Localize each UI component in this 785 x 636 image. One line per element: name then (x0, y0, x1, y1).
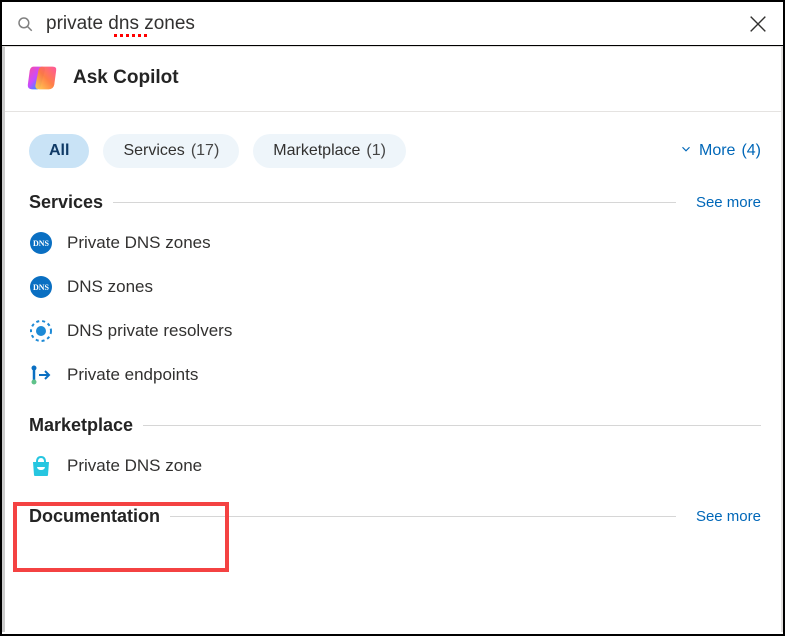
filter-marketplace-count: (1) (366, 142, 386, 160)
filter-marketplace-label: Marketplace (273, 142, 360, 160)
see-more-services[interactable]: See more (696, 194, 761, 211)
marketplace-bag-icon (29, 454, 53, 478)
more-label: More (699, 142, 735, 160)
services-results: DNS Private DNS zones DNS DNS zones DNS … (5, 219, 781, 387)
result-private-endpoints[interactable]: Private endpoints (29, 363, 761, 387)
result-label: Private DNS zone (67, 456, 202, 476)
section-header-services: Services See more (5, 192, 781, 219)
private-endpoint-icon (29, 363, 53, 387)
ask-copilot-row[interactable]: Ask Copilot (5, 47, 781, 112)
marketplace-results: Private DNS zone (5, 442, 781, 478)
close-icon[interactable] (747, 13, 769, 35)
result-private-dns-zones[interactable]: DNS Private DNS zones (29, 231, 761, 255)
divider (170, 516, 676, 517)
search-input[interactable] (46, 13, 291, 35)
ask-copilot-label: Ask Copilot (73, 67, 179, 89)
section-header-documentation: Documentation See more (5, 506, 781, 533)
chevron-down-icon (679, 142, 693, 161)
filter-all[interactable]: All (29, 134, 89, 168)
more-count: (4) (741, 142, 761, 160)
divider (143, 425, 761, 426)
filter-row: All Services (17) Marketplace (1) More (… (5, 112, 781, 186)
filter-all-label: All (49, 142, 69, 160)
result-label: Private DNS zones (67, 233, 211, 253)
global-search-bar (2, 2, 783, 46)
filter-services-count: (17) (191, 142, 219, 160)
section-header-marketplace: Marketplace (5, 415, 781, 442)
filter-services-label: Services (123, 142, 184, 160)
copilot-icon (25, 61, 59, 95)
section-title-documentation: Documentation (29, 506, 160, 527)
section-title-services: Services (29, 192, 103, 213)
svg-text:DNS: DNS (33, 239, 50, 248)
result-label: DNS private resolvers (67, 321, 232, 341)
dns-zone-icon: DNS (29, 275, 53, 299)
divider (113, 202, 676, 203)
search-icon (16, 15, 34, 33)
result-dns-zones[interactable]: DNS DNS zones (29, 275, 761, 299)
filter-services[interactable]: Services (17) (103, 134, 239, 168)
see-more-documentation[interactable]: See more (696, 508, 761, 525)
section-title-marketplace: Marketplace (29, 415, 133, 436)
svg-text:DNS: DNS (33, 283, 50, 292)
more-filters-link[interactable]: More (4) (679, 142, 761, 161)
filter-marketplace[interactable]: Marketplace (1) (253, 134, 406, 168)
result-private-dns-zone-marketplace[interactable]: Private DNS zone (29, 454, 761, 478)
search-results-panel: Ask Copilot All Services (17) Marketplac… (2, 46, 783, 632)
dns-zone-icon: DNS (29, 231, 53, 255)
result-dns-private-resolvers[interactable]: DNS private resolvers (29, 319, 761, 343)
result-label: DNS zones (67, 277, 153, 297)
dns-resolver-icon (29, 319, 53, 343)
result-label: Private endpoints (67, 365, 198, 385)
